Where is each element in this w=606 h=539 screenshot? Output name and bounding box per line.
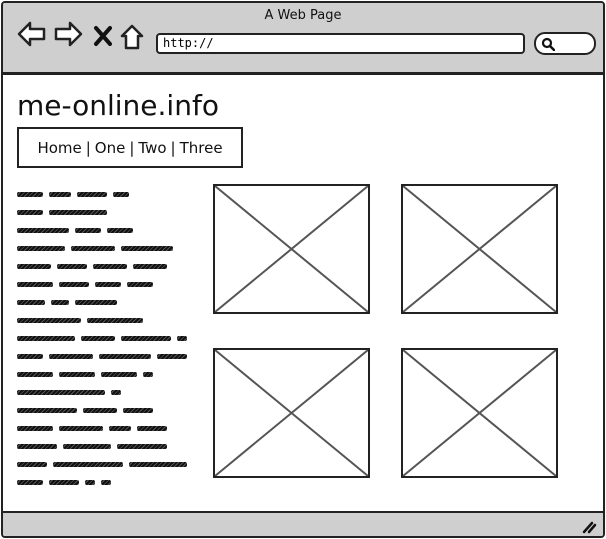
text-scribble	[17, 264, 51, 269]
text-scribble	[75, 300, 117, 305]
text-scribble	[17, 480, 43, 485]
browser-window: A Web Page http:// me-online.info Home |…	[1, 1, 605, 538]
close-x-icon[interactable]	[93, 25, 113, 47]
nav-link-two[interactable]: Two	[138, 139, 166, 157]
resize-grip-icon[interactable]	[581, 520, 597, 534]
search-icon	[541, 37, 555, 51]
text-scribble	[63, 444, 111, 449]
text-scribble	[17, 354, 43, 359]
text-scribble	[75, 228, 101, 233]
image-placeholder	[401, 348, 558, 478]
text-scribble	[121, 336, 171, 341]
text-scribble	[117, 444, 167, 449]
text-scribble	[107, 228, 133, 233]
text-scribble	[93, 264, 127, 269]
text-scribble	[133, 264, 167, 269]
text-scribble	[99, 354, 151, 359]
nav-separator: |	[85, 138, 91, 157]
nav-link-three[interactable]: Three	[180, 139, 223, 157]
text-scribble	[137, 426, 167, 431]
text-scribble	[113, 192, 129, 197]
text-scribble	[59, 282, 89, 287]
text-scribble	[51, 300, 69, 305]
text-scribble	[49, 480, 79, 485]
text-scribble	[17, 246, 65, 251]
text-scribble	[17, 318, 81, 323]
forward-arrow-icon[interactable]	[53, 21, 83, 47]
text-scribble	[49, 210, 107, 215]
text-scribble	[17, 408, 77, 413]
text-scribble	[101, 372, 137, 377]
text-scribble	[59, 372, 95, 377]
text-scribble	[17, 426, 53, 431]
text-scribble	[111, 390, 121, 395]
text-scribble	[157, 354, 187, 359]
site-title: me-online.info	[17, 89, 219, 122]
text-scribble	[87, 318, 143, 323]
nav-separator: |	[170, 138, 176, 157]
image-placeholder	[213, 348, 370, 478]
image-placeholder-cross	[215, 186, 368, 312]
text-scribble	[177, 336, 187, 341]
window-title: A Web Page	[264, 8, 342, 23]
text-scribble	[71, 246, 115, 251]
status-bar	[3, 511, 603, 536]
image-placeholder	[213, 184, 370, 314]
nav-separator: |	[129, 138, 135, 157]
text-scribble	[17, 282, 53, 287]
text-scribble	[17, 192, 43, 197]
address-bar[interactable]: http://	[156, 33, 525, 54]
text-scribble	[123, 408, 153, 413]
text-scribble	[129, 462, 187, 467]
text-scribble	[85, 480, 95, 485]
text-scribble	[17, 336, 75, 341]
text-scribble	[53, 462, 123, 467]
nav-link-home[interactable]: Home	[37, 139, 81, 157]
text-scribble	[17, 300, 45, 305]
image-placeholder-cross	[215, 350, 368, 476]
text-scribble	[17, 210, 43, 215]
image-placeholder-cross	[403, 350, 556, 476]
text-scribble	[49, 354, 93, 359]
text-scribble	[83, 408, 117, 413]
home-icon[interactable]	[119, 23, 145, 51]
site-navigation: Home | One | Two | Three	[17, 127, 243, 168]
text-scribble	[49, 192, 71, 197]
text-scribble	[81, 336, 115, 341]
text-scribble	[101, 480, 111, 485]
text-scribble	[95, 282, 121, 287]
text-scribble	[109, 426, 131, 431]
browser-toolbar: A Web Page http://	[3, 3, 603, 75]
text-scribble	[17, 390, 105, 395]
text-scribble	[143, 372, 153, 377]
image-placeholder	[401, 184, 558, 314]
text-scribble	[57, 264, 87, 269]
image-placeholder-cross	[403, 186, 556, 312]
text-scribble	[17, 228, 69, 233]
back-arrow-icon[interactable]	[17, 21, 47, 47]
address-bar-value: http://	[163, 36, 214, 50]
text-scribble	[127, 282, 153, 287]
search-field[interactable]	[534, 32, 596, 55]
text-scribble	[121, 246, 173, 251]
text-scribble	[17, 444, 57, 449]
text-scribble	[17, 372, 53, 377]
nav-link-one[interactable]: One	[95, 139, 126, 157]
text-scribble	[59, 426, 103, 431]
text-scribble	[77, 192, 107, 197]
text-scribble	[17, 462, 47, 467]
